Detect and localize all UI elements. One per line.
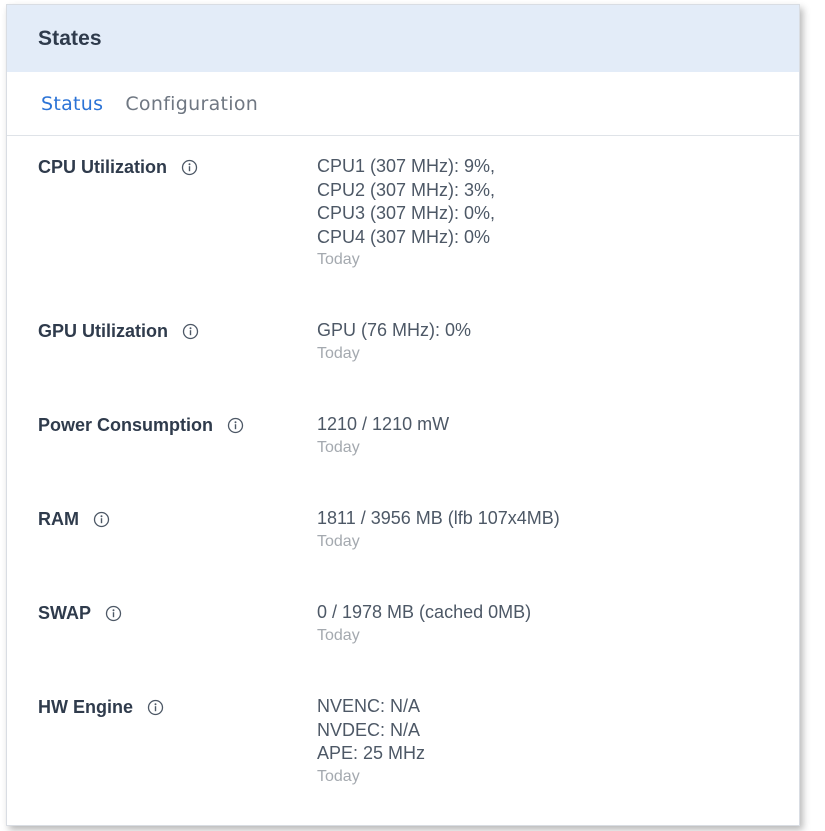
value-line: 0 / 1978 MB (cached 0MB) bbox=[317, 602, 532, 622]
row-label: Power Consumption bbox=[38, 413, 244, 437]
value-line: CPU1 (307 MHz): 9%, bbox=[317, 156, 496, 176]
timestamp: Today bbox=[317, 438, 360, 456]
tab-bar: Status Configuration bbox=[7, 72, 799, 136]
value-line: CPU2 (307 MHz): 3%, bbox=[317, 179, 496, 200]
timestamp: Today bbox=[317, 251, 360, 268]
row-values: 1811 / 3956 MB (lfb 107x4MB) Today bbox=[317, 507, 560, 553]
hw-engine-label: HW Engine bbox=[38, 696, 133, 717]
cpu-utilization-label: CPU Utilization bbox=[38, 156, 167, 177]
tab-configuration[interactable]: Configuration bbox=[125, 93, 258, 115]
row-label: SWAP bbox=[38, 601, 122, 625]
row-values: CPU1 (307 MHz): 9%, CPU2 (307 MHz): 3%, … bbox=[317, 155, 495, 271]
row-values: 0 / 1978 MB (cached 0MB) Today bbox=[317, 601, 531, 647]
panel-title: States bbox=[38, 26, 102, 50]
row-values: 1210 / 1210 mW Today bbox=[317, 413, 449, 459]
panel-header: States bbox=[7, 5, 799, 72]
row-label: HW Engine bbox=[38, 695, 164, 719]
row-label: RAM bbox=[38, 507, 110, 531]
row-label: GPU Utilization bbox=[38, 319, 199, 343]
value-line: 1210 / 1210 mW bbox=[317, 414, 450, 434]
info-icon[interactable] bbox=[181, 159, 198, 176]
row-values: NVENC: N/A NVDEC: N/A APE: 25 MHz Today bbox=[317, 695, 425, 788]
gpu-utilization-label: GPU Utilization bbox=[38, 320, 168, 341]
value-line: 1811 / 3956 MB (lfb 107x4MB) bbox=[317, 508, 560, 528]
info-icon[interactable] bbox=[227, 417, 244, 434]
value-line: APE: 25 MHz bbox=[317, 743, 426, 763]
states-panel: States Status Configuration CPU Utilizat… bbox=[6, 4, 800, 826]
info-icon[interactable] bbox=[147, 699, 164, 716]
screenshot-canvas: States Status Configuration CPU Utilizat… bbox=[0, 0, 825, 831]
value-line: CPU4 (307 MHz): 0% bbox=[317, 226, 491, 247]
ram-label: RAM bbox=[38, 508, 79, 529]
info-icon[interactable] bbox=[93, 511, 110, 528]
timestamp: Today bbox=[317, 532, 360, 550]
value-line: NVDEC: N/A bbox=[317, 719, 421, 740]
swap-label: SWAP bbox=[38, 602, 92, 623]
timestamp: Today bbox=[317, 767, 360, 785]
value-line: NVENC: N/A bbox=[317, 696, 421, 716]
row-label: CPU Utilization bbox=[38, 155, 198, 179]
tab-status[interactable]: Status bbox=[41, 93, 103, 115]
timestamp: Today bbox=[317, 626, 360, 644]
value-line: CPU3 (307 MHz): 0%, bbox=[317, 203, 496, 223]
value-line: GPU (76 MHz): 0% bbox=[317, 320, 472, 340]
info-icon[interactable] bbox=[105, 605, 122, 622]
power-consumption-label: Power Consumption bbox=[38, 414, 213, 435]
row-values: GPU (76 MHz): 0% Today bbox=[317, 319, 471, 365]
info-icon[interactable] bbox=[182, 323, 199, 340]
timestamp: Today bbox=[317, 344, 360, 362]
